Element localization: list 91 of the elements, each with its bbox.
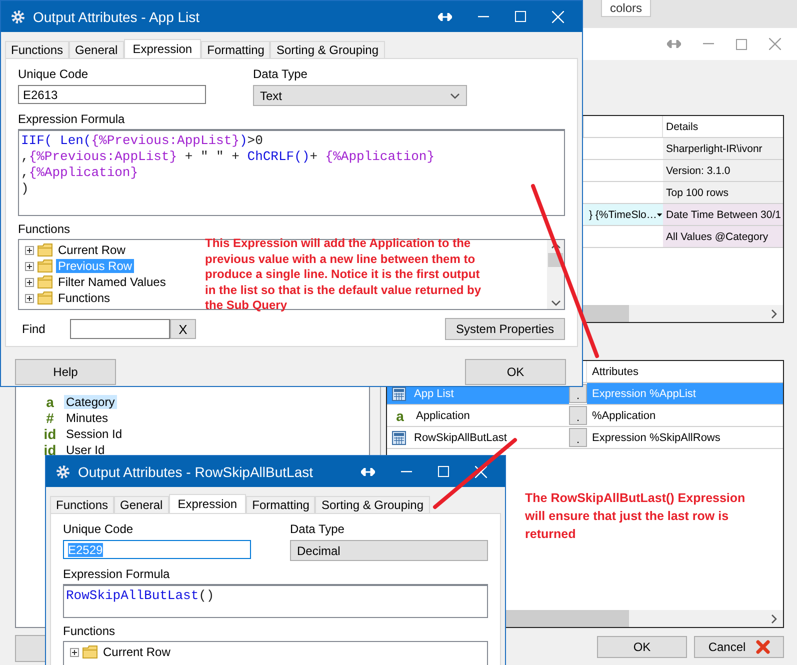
gear-icon bbox=[56, 464, 70, 478]
ellipsis-button[interactable]: . bbox=[569, 428, 587, 447]
input-field[interactable]: E2613 bbox=[18, 85, 206, 104]
expand-icon[interactable] bbox=[25, 246, 34, 254]
folder-icon bbox=[37, 243, 53, 257]
calculator-icon bbox=[392, 430, 406, 444]
resize-icon[interactable] bbox=[667, 40, 681, 48]
field-label: Expression Formula bbox=[18, 112, 126, 126]
field-label: Data Type bbox=[253, 67, 308, 81]
annotation-text: The RowSkipAllButLast() Expression will ensure that just the last row is returned bbox=[525, 490, 746, 543]
tab[interactable]: Expression bbox=[124, 39, 202, 58]
tab[interactable]: Functions bbox=[5, 41, 70, 58]
chevron-up-icon[interactable] bbox=[550, 243, 560, 249]
chevron-right-icon[interactable] bbox=[771, 614, 777, 624]
minimize-icon[interactable] bbox=[478, 16, 489, 18]
table-cell: Top 100 rows bbox=[663, 182, 783, 203]
tree-item[interactable]: Session Id bbox=[64, 427, 124, 441]
column-header: Details bbox=[665, 120, 700, 134]
tab[interactable]: colors bbox=[601, 0, 652, 17]
scrollbar[interactable] bbox=[547, 240, 564, 309]
tab[interactable]: General bbox=[69, 41, 124, 58]
chevron-down-icon[interactable] bbox=[550, 300, 560, 306]
table-cell[interactable]: Expression %SkipAllRows bbox=[587, 427, 783, 448]
dropdown[interactable]: Text bbox=[253, 85, 467, 106]
cancel-icon bbox=[756, 640, 770, 654]
window-title: Output Attributes - App List bbox=[33, 8, 200, 24]
table-cell[interactable]: Application bbox=[416, 410, 470, 422]
system-properties-button[interactable]: System Properties bbox=[444, 318, 565, 340]
table-cell[interactable]: %Application bbox=[587, 405, 783, 426]
chevron-down-icon[interactable] bbox=[450, 92, 460, 98]
dropdown-arrow-icon[interactable] bbox=[656, 212, 662, 216]
tab[interactable]: Formatting bbox=[246, 496, 316, 513]
minimize-icon[interactable] bbox=[401, 470, 412, 472]
clear-button[interactable]: X bbox=[170, 319, 196, 339]
table-cell[interactable]: RowSkipAllButLast bbox=[414, 432, 507, 444]
gear-icon bbox=[11, 10, 25, 24]
tab[interactable]: Sorting & Grouping bbox=[270, 41, 385, 58]
ellipsis-button[interactable]: . bbox=[569, 406, 587, 425]
field-label: Find bbox=[21, 322, 46, 336]
dialog-button[interactable]: Help bbox=[15, 359, 116, 385]
window-title: Output Attributes - RowSkipAllButLast bbox=[78, 464, 313, 480]
field-label: Unique Code bbox=[18, 67, 90, 81]
table-cell: Version: 3.1.0 bbox=[663, 160, 783, 181]
formula-field[interactable]: RowSkipAllButLast() bbox=[63, 584, 488, 618]
annotation-text: This Expression will add the Application to the previous value with a new line between them to produce a single line. Notice it is the first output in the list so that is the default value returned by the Sub Query bbox=[205, 236, 482, 314]
text-type-icon: a bbox=[392, 408, 408, 424]
folder-icon bbox=[37, 275, 53, 289]
field-label: Data Type bbox=[290, 522, 346, 536]
find-field[interactable] bbox=[70, 319, 170, 339]
tab[interactable]: General bbox=[114, 496, 169, 513]
ok-button[interactable]: OK bbox=[597, 636, 687, 658]
tree-item[interactable]: Current Row bbox=[101, 645, 172, 659]
table-cell: All Values @Category bbox=[663, 226, 783, 247]
close-icon[interactable] bbox=[769, 38, 781, 50]
tree-item[interactable]: Filter Named Values bbox=[56, 275, 168, 289]
tree-item[interactable]: Minutes bbox=[64, 411, 110, 425]
field-label: Unique Code bbox=[63, 522, 134, 536]
type-icon: id bbox=[42, 442, 58, 458]
table-cell[interactable]: } {%TimeSlo… bbox=[584, 204, 663, 225]
tab[interactable]: Expression bbox=[168, 494, 246, 513]
expand-icon[interactable] bbox=[70, 648, 79, 656]
folder-icon bbox=[37, 259, 53, 273]
column-header: Attributes bbox=[591, 364, 640, 380]
dialog-button[interactable]: OK bbox=[465, 359, 566, 385]
folder-icon bbox=[37, 291, 53, 305]
tree-item[interactable]: User Id bbox=[64, 443, 107, 457]
tab[interactable]: Formatting bbox=[201, 41, 270, 58]
field-label: Expression Formula bbox=[63, 567, 171, 581]
calculator-icon bbox=[392, 386, 406, 400]
table-cell: Date Time Between 30/1 bbox=[663, 204, 783, 225]
expand-icon[interactable] bbox=[25, 262, 34, 270]
field-label: Functions bbox=[63, 624, 116, 638]
type-icon: # bbox=[42, 410, 58, 426]
dropdown[interactable]: Decimal bbox=[290, 540, 488, 561]
tree-item[interactable]: Category bbox=[64, 395, 117, 409]
cancel-button[interactable]: Cancel bbox=[694, 636, 784, 658]
tree-item[interactable]: Current Row bbox=[56, 243, 128, 257]
formula-field[interactable]: IIF( Len({%Previous:AppList})>0 ,{%Previous:AppList} + " " + ChCRLF()+ {%Application} ,{%Application} ) bbox=[18, 129, 565, 216]
folder-icon bbox=[82, 645, 98, 659]
table-cell: Sharperlight-IR\ivonr bbox=[663, 138, 783, 159]
tree-item[interactable]: Functions bbox=[56, 291, 112, 305]
minimize-icon[interactable] bbox=[703, 43, 714, 45]
chevron-right-icon[interactable] bbox=[771, 308, 777, 318]
field-label: Functions bbox=[18, 222, 72, 236]
type-icon: id bbox=[42, 426, 58, 442]
expand-icon[interactable] bbox=[25, 294, 34, 302]
tab[interactable]: Functions bbox=[50, 496, 114, 513]
expand-icon[interactable] bbox=[25, 278, 34, 286]
type-icon: a bbox=[42, 394, 58, 410]
maximize-icon[interactable] bbox=[736, 38, 747, 50]
tab[interactable]: Sorting & Grouping bbox=[315, 496, 430, 513]
